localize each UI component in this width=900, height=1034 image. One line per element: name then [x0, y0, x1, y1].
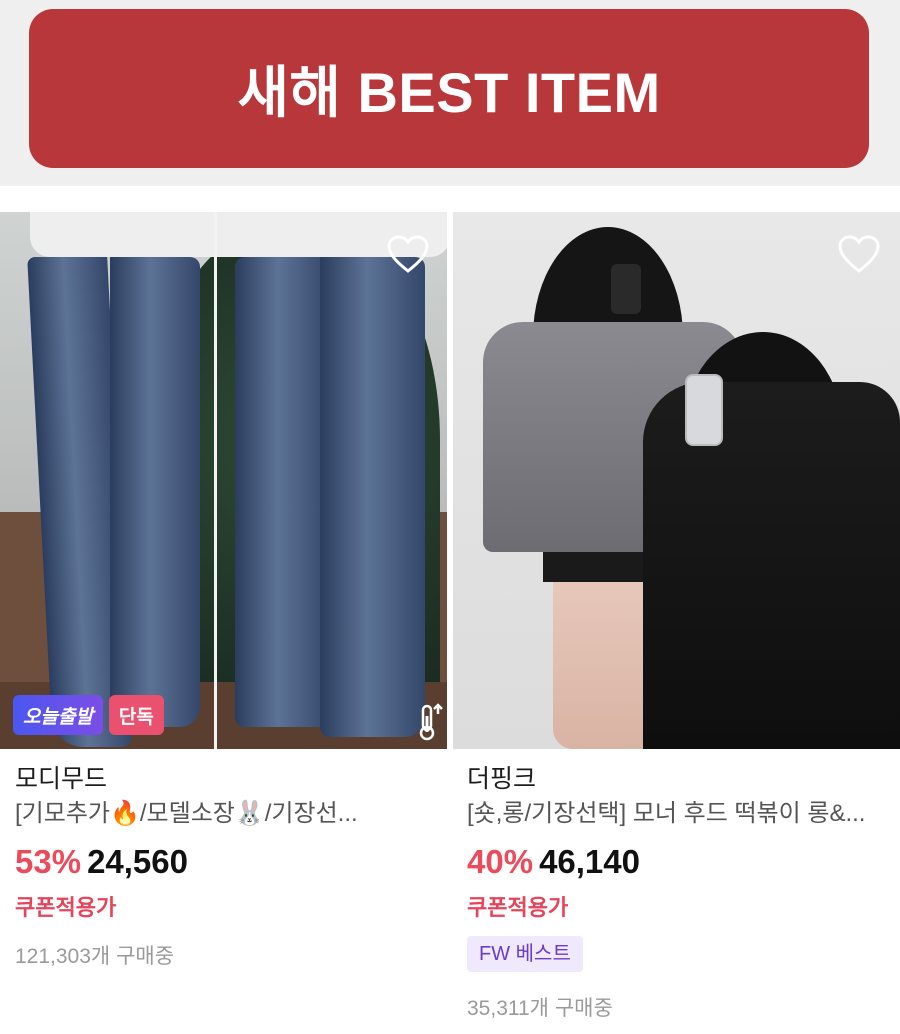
banner-area: 새해 BEST ITEM	[0, 0, 900, 186]
price: 46,140	[539, 843, 640, 880]
product-info: 모디무드 [기모추가🔥/모델소장🐰/기장선... 53% 24,560 쿠폰적용…	[0, 749, 447, 974]
best-item-banner[interactable]: 새해 BEST ITEM	[29, 9, 869, 168]
product-card[interactable]: 오늘출발 단독 모디무드 [기모추가🔥/모델소장🐰/기장선... 53% 24,…	[0, 212, 447, 974]
badge-group: 오늘출발 단독	[13, 695, 164, 735]
coupon-price-label: 쿠폰적용가	[15, 895, 117, 920]
price-row: 40% 46,140	[467, 838, 900, 886]
price: 24,560	[87, 843, 188, 880]
brand-name[interactable]: 모디무드	[15, 762, 447, 796]
fw-best-tag: FW 베스트	[467, 936, 583, 972]
coupon-price-label: 쿠폰적용가	[467, 895, 569, 920]
jeans-photo	[0, 212, 447, 749]
product-image[interactable]	[453, 212, 900, 749]
product-name[interactable]: [기모추가🔥/모델소장🐰/기장선...	[15, 796, 435, 832]
discount-rate: 40%	[467, 843, 534, 880]
coats-photo	[453, 212, 900, 749]
banner-title: 새해 BEST ITEM	[237, 61, 661, 124]
discount-rate: 53%	[15, 843, 82, 880]
exclusive-badge: 단독	[108, 695, 164, 735]
thermometer-up-icon	[419, 703, 443, 741]
buyer-count: 121,303개 구매중	[15, 945, 175, 968]
product-name[interactable]: [숏,롱/기장선택] 모너 후드 떡볶이 롱&...	[467, 796, 887, 832]
product-image[interactable]: 오늘출발 단독	[0, 212, 447, 749]
brand-name[interactable]: 더핑크	[467, 762, 900, 796]
price-row: 53% 24,560	[15, 838, 447, 886]
buyer-count: 35,311개 구매중	[467, 997, 613, 1020]
product-card[interactable]: 더핑크 [숏,롱/기장선택] 모너 후드 떡볶이 롱&... 40% 46,14…	[453, 212, 900, 1026]
heart-outline-icon[interactable]	[386, 234, 430, 274]
today-shipping-badge: 오늘출발	[13, 695, 103, 735]
heart-outline-icon[interactable]	[837, 234, 881, 274]
product-info: 더핑크 [숏,롱/기장선택] 모너 후드 떡볶이 롱&... 40% 46,14…	[453, 749, 900, 1026]
